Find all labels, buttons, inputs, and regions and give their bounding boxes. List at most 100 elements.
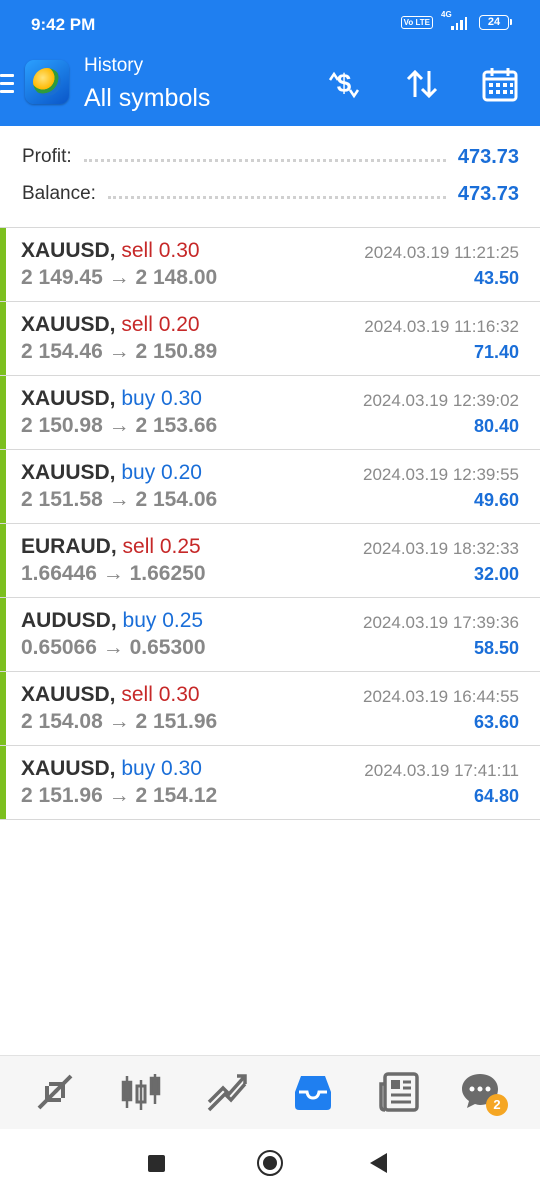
deal-type: sell 0.30 bbox=[121, 239, 200, 262]
status-bar: 9:42 PM Vo LTE 4G 24 bbox=[0, 0, 540, 50]
close-price: 2 154.12 bbox=[135, 784, 218, 807]
deal-row[interactable]: XAUUSD, sell 0.20 2 154.46 → 2 150.89 2024… bbox=[0, 302, 540, 376]
open-price: 2 150.98 bbox=[21, 414, 103, 437]
currency-sort-icon[interactable]: $ bbox=[324, 64, 364, 104]
summary-panel: Profit: 473.73 Balance: 473.73 bbox=[0, 126, 540, 228]
deal-prices: 2 151.58 → 2 154.06 bbox=[21, 488, 217, 512]
profit-indicator bbox=[0, 524, 6, 597]
history-icon[interactable] bbox=[291, 1070, 335, 1114]
balance-value: 473.73 bbox=[457, 182, 519, 205]
deal-time: 2024.03.19 12:39:02 bbox=[363, 391, 519, 410]
deal-time: 2024.03.19 18:32:33 bbox=[363, 539, 519, 558]
profit-indicator bbox=[0, 598, 6, 671]
deal-profit: 49.60 bbox=[473, 490, 519, 510]
deal-row[interactable]: XAUUSD, buy 0.30 2 150.98 → 2 153.66 2024.… bbox=[0, 376, 540, 450]
close-price: 2 153.66 bbox=[135, 414, 218, 437]
deal-header: EURAUD, sell 0.25 bbox=[21, 535, 201, 559]
app-bar: History All symbols $ bbox=[0, 50, 540, 126]
deal-profit: 71.40 bbox=[473, 342, 519, 362]
deal-time: 2024.03.19 16:44:55 bbox=[363, 687, 519, 706]
arrow-right-icon: → bbox=[108, 710, 130, 733]
recents-button[interactable] bbox=[148, 1155, 165, 1172]
deal-row[interactable]: XAUUSD, buy 0.20 2 151.58 → 2 154.06 2024.… bbox=[0, 450, 540, 524]
open-price: 0.65066 bbox=[21, 636, 97, 659]
deal-header: XAUUSD, sell 0.20 bbox=[21, 313, 200, 337]
open-price: 2 154.46 bbox=[21, 340, 103, 363]
deal-type: buy 0.30 bbox=[121, 387, 202, 410]
deal-header: XAUUSD, buy 0.20 bbox=[21, 461, 202, 485]
dotted-leader bbox=[83, 158, 446, 162]
deal-symbol: XAUUSD, bbox=[21, 387, 116, 410]
close-price: 2 151.96 bbox=[135, 710, 218, 733]
deal-header: XAUUSD, sell 0.30 bbox=[21, 239, 200, 263]
profit-indicator bbox=[0, 376, 6, 449]
menu-icon[interactable] bbox=[0, 74, 14, 94]
app-logo[interactable] bbox=[25, 60, 69, 104]
trade-icon[interactable] bbox=[205, 1070, 249, 1114]
deal-symbol: XAUUSD, bbox=[21, 683, 116, 706]
open-price: 2 154.08 bbox=[21, 710, 103, 733]
close-price: 0.65300 bbox=[129, 636, 206, 659]
quotes-icon[interactable] bbox=[33, 1070, 77, 1114]
deal-row[interactable]: XAUUSD, sell 0.30 2 154.08 → 2 151.96 2024… bbox=[0, 672, 540, 746]
deal-row[interactable]: AUDUSD, buy 0.25 0.65066 → 0.65300 2024.03… bbox=[0, 598, 540, 672]
close-price: 2 150.89 bbox=[135, 340, 218, 363]
profit-indicator bbox=[0, 302, 6, 375]
deal-header: AUDUSD, buy 0.25 bbox=[21, 609, 203, 633]
profit-row: Profit: 473.73 bbox=[22, 144, 519, 170]
chat-nav[interactable]: 2 bbox=[460, 1070, 508, 1116]
chart-icon[interactable] bbox=[119, 1070, 163, 1114]
deals-list: XAUUSD, sell 0.30 2 149.45 → 2 148.00 2024… bbox=[0, 228, 540, 820]
deal-type: buy 0.25 bbox=[122, 609, 204, 632]
deal-time: 2024.03.19 11:16:32 bbox=[364, 317, 519, 336]
deal-time: 2024.03.19 12:39:55 bbox=[363, 465, 519, 484]
deal-profit: 43.50 bbox=[473, 268, 519, 288]
profit-indicator bbox=[0, 450, 6, 523]
deal-prices: 2 149.45 → 2 148.00 bbox=[21, 266, 217, 290]
chat-badge: 2 bbox=[486, 1094, 508, 1116]
profit-indicator bbox=[0, 746, 6, 819]
deal-row[interactable]: XAUUSD, buy 0.30 2 151.96 → 2 154.12 2024.… bbox=[0, 746, 540, 820]
system-nav bbox=[0, 1129, 540, 1200]
status-icons: Vo LTE 4G 24 bbox=[400, 10, 512, 30]
deal-prices: 2 150.98 → 2 153.66 bbox=[21, 414, 217, 438]
arrow-right-icon: → bbox=[102, 562, 124, 585]
arrow-right-icon: → bbox=[102, 636, 124, 659]
bottom-nav: 2 bbox=[0, 1055, 540, 1129]
profit-indicator bbox=[0, 228, 6, 301]
deal-profit: 80.40 bbox=[473, 416, 519, 436]
balance-label: Balance: bbox=[22, 183, 96, 204]
deal-profit: 63.60 bbox=[473, 712, 519, 732]
deal-profit: 32.00 bbox=[473, 564, 519, 584]
news-icon[interactable] bbox=[377, 1070, 421, 1114]
home-button[interactable] bbox=[257, 1150, 283, 1176]
sort-arrows-icon[interactable] bbox=[402, 64, 442, 104]
profit-value: 473.73 bbox=[457, 145, 519, 168]
close-price: 2 148.00 bbox=[135, 266, 218, 289]
deal-time: 2024.03.19 11:21:25 bbox=[364, 243, 519, 262]
arrow-right-icon: → bbox=[108, 266, 130, 289]
deal-symbol: XAUUSD, bbox=[21, 239, 116, 262]
dotted-leader bbox=[107, 195, 446, 199]
deal-time: 2024.03.19 17:39:36 bbox=[363, 613, 519, 632]
deal-symbol: XAUUSD, bbox=[21, 313, 116, 336]
battery-icon: 24 bbox=[479, 14, 512, 30]
symbol-filter[interactable]: All symbols bbox=[84, 84, 210, 113]
deal-row[interactable]: EURAUD, sell 0.25 1.66446 → 1.66250 2024.0… bbox=[0, 524, 540, 598]
deal-header: XAUUSD, sell 0.30 bbox=[21, 683, 200, 707]
balance-row: Balance: 473.73 bbox=[22, 181, 519, 207]
battery-level: 24 bbox=[479, 14, 509, 30]
deal-type: sell 0.20 bbox=[121, 313, 200, 336]
deal-prices: 0.65066 → 0.65300 bbox=[21, 636, 206, 660]
volte-icon: Vo LTE bbox=[400, 15, 433, 29]
arrow-right-icon: → bbox=[108, 414, 130, 437]
calendar-icon[interactable] bbox=[480, 64, 520, 104]
back-button[interactable] bbox=[370, 1153, 387, 1173]
open-price: 1.66446 bbox=[21, 562, 97, 585]
signal-icon: 4G bbox=[441, 10, 471, 30]
deal-prices: 2 154.46 → 2 150.89 bbox=[21, 340, 217, 364]
deal-row[interactable]: XAUUSD, sell 0.30 2 149.45 → 2 148.00 2024… bbox=[0, 228, 540, 302]
deal-symbol: AUDUSD, bbox=[21, 609, 117, 632]
open-price: 2 151.96 bbox=[21, 784, 103, 807]
deal-time: 2024.03.19 17:41:11 bbox=[364, 761, 519, 780]
